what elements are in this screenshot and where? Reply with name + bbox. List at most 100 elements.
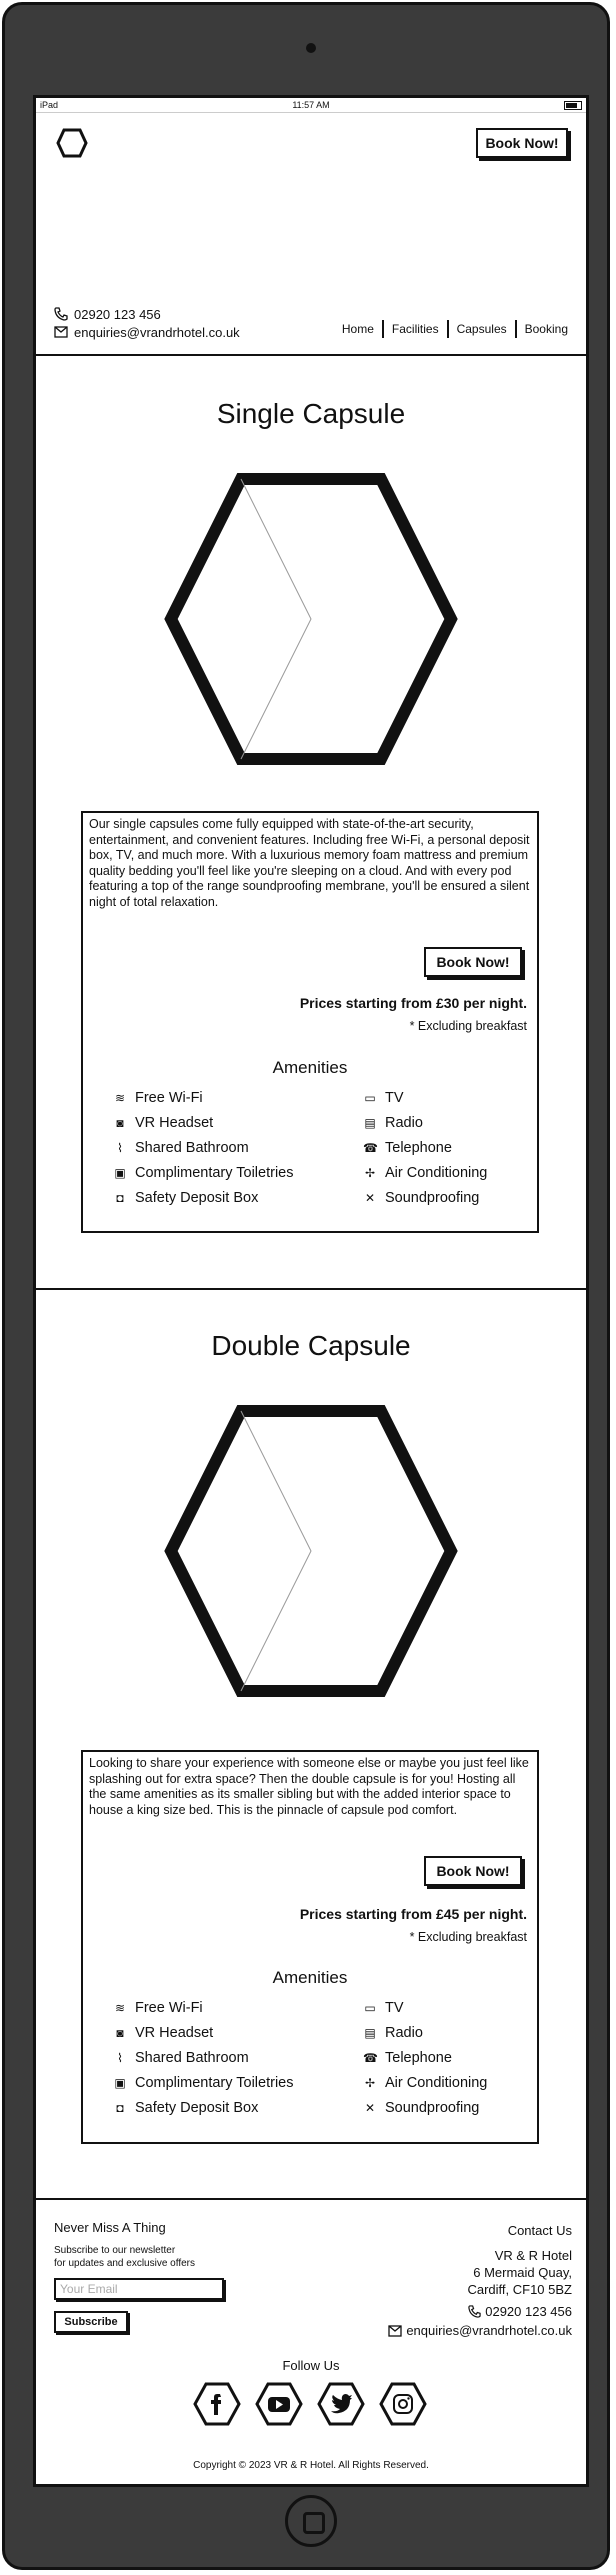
amenity-label: Telephone — [385, 2050, 452, 2066]
amenity-label: Free Wi-Fi — [135, 2000, 203, 2016]
amenity-label: TV — [385, 1090, 404, 1106]
amenity-soundproofing: ✕ Soundproofing — [363, 1188, 479, 1208]
screen: iPad 11:57 AM Book Now! 02920 123 456 en… — [33, 95, 589, 2487]
amenity-vr-headset: ◙ VR Headset — [113, 2023, 213, 2043]
follow-us-label: Follow Us — [282, 2358, 340, 2373]
amenity-label: VR Headset — [135, 2025, 214, 2041]
amenity-label: Free Wi-Fi — [135, 1090, 203, 1106]
double-book-now-button[interactable]: Book Now! — [424, 1856, 522, 1886]
single-book-now-button[interactable]: Book Now! — [424, 947, 522, 977]
status-bar: iPad 11:57 AM — [36, 98, 586, 113]
amenity-air-conditioning: ✢ Air Conditioning — [363, 1163, 487, 1183]
safe-icon: ◘ — [116, 2101, 124, 2115]
amenity-toiletries: ▣ Complimentary Toiletries — [113, 1163, 293, 1183]
single-price-note: * Excluding breakfast — [409, 1019, 527, 1033]
toiletries-icon: ▣ — [114, 2076, 126, 2090]
amenity-soundproofing: ✕ Soundproofing — [363, 2098, 479, 2118]
amenity-shared-bathroom: ⌇ Shared Bathroom — [113, 1138, 249, 1158]
nav-home[interactable]: Home — [334, 320, 382, 338]
amenity-label: Telephone — [385, 1140, 452, 1156]
amenity-label: Safety Deposit Box — [135, 1190, 259, 1206]
address-line1: VR & R Hotel — [494, 2248, 572, 2263]
header-phone[interactable]: 02920 123 456 — [74, 307, 161, 322]
single-amenities-title: Amenities — [272, 1058, 348, 1077]
double-capsule-description: Looking to share your experience with so… — [89, 1756, 529, 1817]
double-amenities-title: Amenities — [272, 1968, 348, 1987]
amenity-label: Soundproofing — [385, 1190, 480, 1206]
phone-icon — [54, 307, 68, 321]
amenity-telephone: ☎ Telephone — [363, 1138, 452, 1158]
main-nav: Home Facilities Capsules Booking — [334, 320, 576, 338]
status-time: 11:57 AM — [292, 100, 330, 110]
mute-icon: ✕ — [364, 1191, 376, 1205]
shower-icon: ⌇ — [117, 1141, 123, 1155]
header-contact: 02920 123 456 enquiries@vrandrhotel.co.u… — [54, 305, 240, 341]
amenity-tv: ▭ TV — [363, 1998, 404, 2018]
subscribe-button[interactable]: Subscribe — [54, 2311, 128, 2333]
amenity-safety-deposit: ◘ Safety Deposit Box — [113, 1188, 258, 1208]
amenity-label: Air Conditioning — [385, 1165, 488, 1181]
address-line3: Cardiff, CF10 5BZ — [467, 2282, 572, 2297]
single-price: Prices starting from £30 per night. — [299, 995, 527, 1011]
nav-facilities[interactable]: Facilities — [381, 320, 447, 338]
single-capsule-card: Our single capsules come fully equipped … — [81, 811, 539, 1233]
newsletter-line1: Subscribe to our newsletter — [54, 2245, 176, 2256]
telephone-icon: ☎ — [363, 2051, 378, 2065]
header-book-now-button[interactable]: Book Now! — [476, 128, 568, 158]
radio-icon: ▤ — [364, 1116, 376, 1130]
vr-headset-icon: ◙ — [116, 2026, 124, 2040]
double-capsule-title: Double Capsule — [211, 1330, 411, 1361]
newsletter-title: Never Miss A Thing — [54, 2220, 166, 2235]
amenity-tv: ▭ TV — [363, 1088, 404, 1108]
newsletter-email-input[interactable]: Your Email — [54, 2278, 224, 2300]
amenity-label: Soundproofing — [385, 2100, 480, 2116]
facebook-icon[interactable] — [193, 2382, 241, 2426]
wifi-icon: ≋ — [114, 2001, 126, 2015]
double-capsule-card: Looking to share your experience with so… — [81, 1750, 539, 2144]
amenity-vr-headset: ◙ VR Headset — [113, 1113, 213, 1133]
mail-icon — [388, 2324, 402, 2337]
newsletter-line2: for updates and exclusive offers — [54, 2258, 196, 2269]
amenity-wifi: ≋ Free Wi-Fi — [113, 1088, 203, 1108]
shower-icon: ⌇ — [117, 2051, 123, 2065]
amenity-label: Air Conditioning — [385, 2075, 488, 2091]
single-capsule-description: Our single capsules come fully equipped … — [89, 817, 530, 909]
amenity-safety-deposit: ◘ Safety Deposit Box — [113, 2098, 258, 2118]
radio-icon: ▤ — [364, 2026, 376, 2040]
vr-headset-icon: ◙ — [116, 1116, 124, 1130]
single-capsule-image — [164, 473, 458, 765]
amenity-label: Complimentary Toiletries — [135, 1165, 294, 1181]
amenity-label: TV — [385, 2000, 404, 2016]
home-button[interactable] — [285, 2495, 337, 2547]
wifi-icon: ≋ — [114, 1091, 126, 1105]
double-price-note: * Excluding breakfast — [409, 1930, 527, 1944]
amenity-radio: ▤ Radio — [363, 1113, 423, 1133]
copyright-text: Copyright © 2023 VR & R Hotel. All Right… — [193, 2460, 429, 2471]
footer-email-row: enquiries@vrandrhotel.co.uk — [388, 2323, 572, 2338]
amenity-label: Radio — [385, 2025, 423, 2041]
footer-email[interactable]: enquiries@vrandrhotel.co.uk — [406, 2323, 572, 2338]
header-email[interactable]: enquiries@vrandrhotel.co.uk — [74, 325, 240, 340]
nav-booking[interactable]: Booking — [514, 320, 576, 338]
nav-capsules[interactable]: Capsules — [446, 320, 515, 338]
double-capsule-image — [164, 1405, 458, 1697]
amenity-label: Shared Bathroom — [135, 1140, 249, 1156]
hexagon-logo-icon[interactable] — [56, 128, 88, 158]
toiletries-icon: ▣ — [114, 1166, 126, 1180]
mail-icon — [54, 326, 68, 338]
amenity-shared-bathroom: ⌇ Shared Bathroom — [113, 2048, 249, 2068]
footer-phone[interactable]: 02920 123 456 — [485, 2304, 572, 2319]
amenity-label: Complimentary Toiletries — [135, 2075, 294, 2091]
youtube-icon[interactable] — [255, 2382, 303, 2426]
twitter-icon[interactable] — [317, 2382, 365, 2426]
ipad-frame: iPad 11:57 AM Book Now! 02920 123 456 en… — [2, 2, 610, 2570]
amenity-label: Safety Deposit Box — [135, 2100, 259, 2116]
amenity-label: VR Headset — [135, 1115, 214, 1131]
single-capsule-title: Single Capsule — [216, 398, 406, 429]
instagram-icon[interactable] — [379, 2382, 427, 2426]
telephone-icon: ☎ — [363, 1141, 378, 1155]
amenity-radio: ▤ Radio — [363, 2023, 423, 2043]
contact-title: Contact Us — [507, 2223, 572, 2238]
fan-icon: ✢ — [364, 2076, 376, 2090]
amenity-wifi: ≋ Free Wi-Fi — [113, 1998, 203, 2018]
